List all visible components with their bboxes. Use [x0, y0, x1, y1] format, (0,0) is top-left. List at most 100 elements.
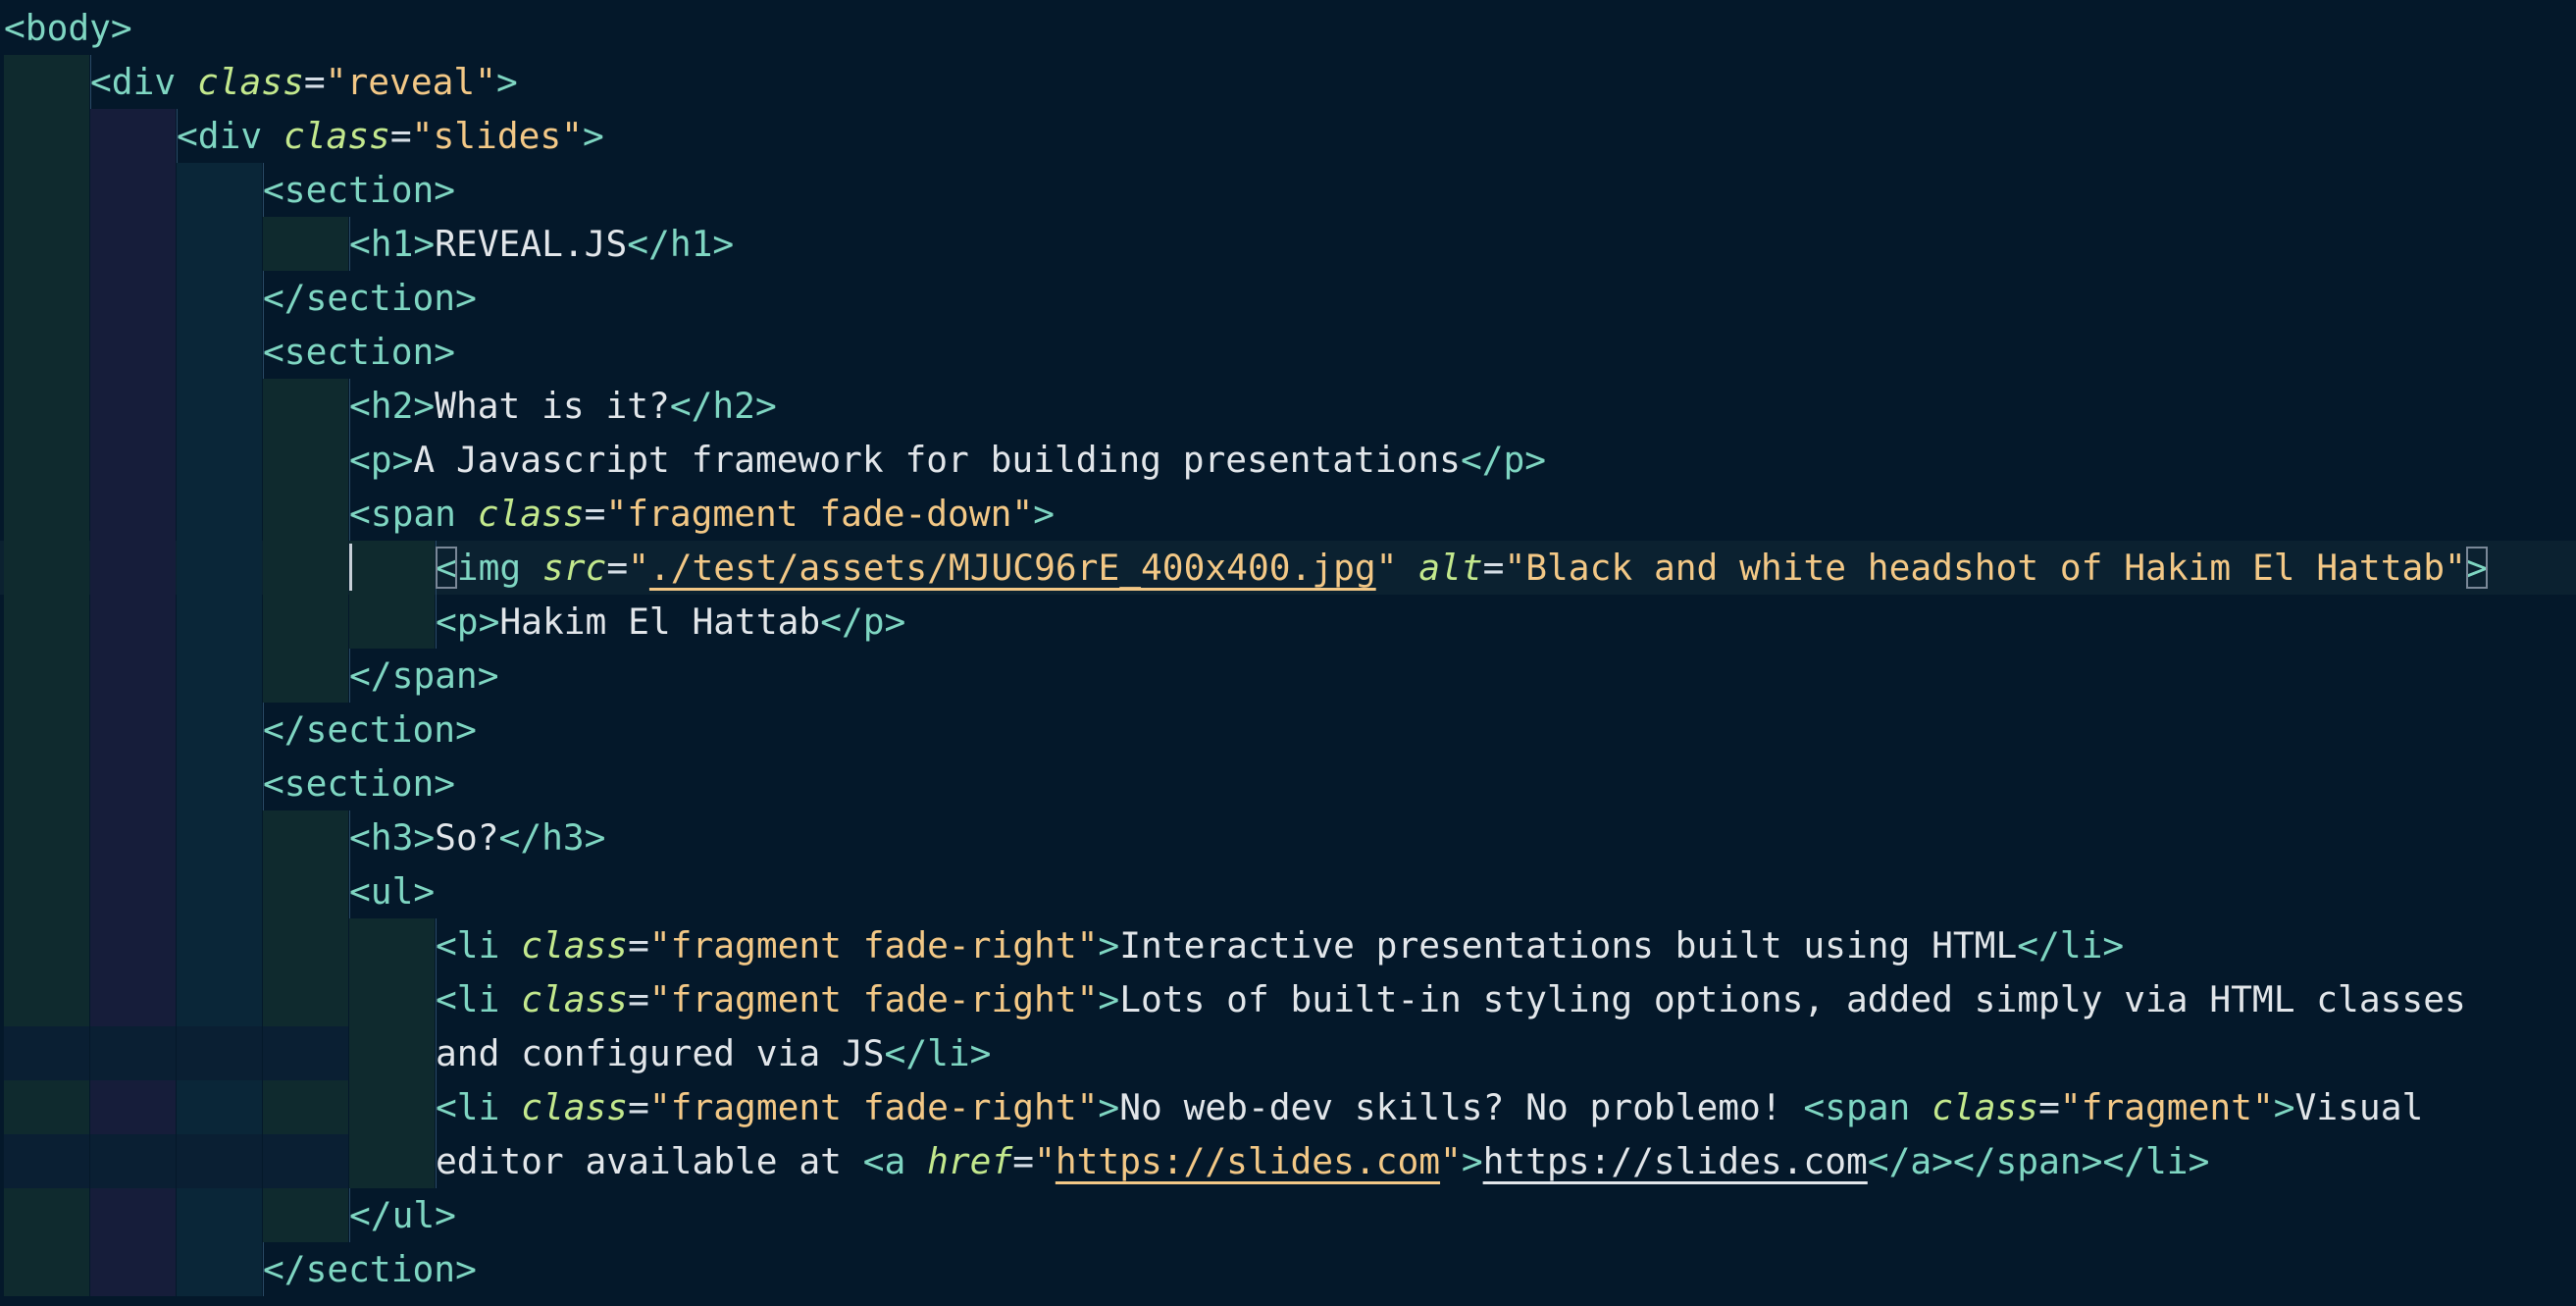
code-token: class	[521, 1086, 629, 1128]
indent-guide	[90, 972, 176, 1026]
indent-guide	[263, 1188, 348, 1242]
indent-guide	[90, 757, 176, 810]
indent-guide	[177, 1134, 262, 1188]
code-line[interactable]: <div class="reveal">	[0, 55, 2576, 109]
code-token: <li	[436, 978, 522, 1020]
code-line[interactable]: <li class="fragment fade-right">No web-d…	[0, 1080, 2576, 1134]
code-line[interactable]: <img src="./test/assets/MJUC96rE_400x400…	[0, 541, 2576, 595]
code-line[interactable]: <span class="fragment fade-down">	[0, 487, 2576, 541]
code-token: </h2>	[669, 385, 777, 427]
code-text: <p>A Javascript framework for building p…	[349, 433, 1546, 487]
code-line[interactable]: editor available at <a href="https://sli…	[0, 1134, 2576, 1188]
code-token: </li>	[884, 1032, 992, 1074]
code-text: <h2>What is it?</h2>	[349, 379, 777, 433]
code-text: <li class="fragment fade-right">Lots of …	[436, 972, 2466, 1026]
code-token: </li>	[2017, 924, 2125, 966]
code-text: </section>	[263, 703, 477, 757]
code-token: >	[1098, 1086, 1120, 1128]
code-token: =	[1012, 1140, 1035, 1182]
code-line[interactable]: </section>	[0, 703, 2576, 757]
code-line[interactable]: <p>Hakim El Hattab</p>	[0, 595, 2576, 649]
indent-guide	[4, 649, 89, 703]
code-token: href	[927, 1140, 1013, 1182]
code-line[interactable]: <li class="fragment fade-right">Lots of …	[0, 972, 2576, 1026]
bracket-match-highlight: <	[436, 547, 457, 589]
code-token: <p>	[436, 601, 500, 643]
code-text: </span>	[349, 649, 499, 703]
indent-guide	[90, 379, 176, 433]
indent-guide	[177, 271, 262, 325]
code-token: <li	[436, 1086, 522, 1128]
indent-guide	[177, 217, 262, 271]
indent-guide	[90, 918, 176, 972]
indent-guide	[90, 109, 176, 163]
indent-guide	[349, 1026, 435, 1080]
code-token: So?	[435, 816, 499, 859]
code-line[interactable]: <ul>	[0, 864, 2576, 918]
code-line[interactable]: <h1>REVEAL.JS</h1>	[0, 217, 2576, 271]
code-token: Hakim El Hattab	[499, 601, 821, 643]
indent-guide	[4, 541, 89, 595]
code-line[interactable]: <p>A Javascript framework for building p…	[0, 433, 2576, 487]
code-text: <section>	[263, 757, 455, 810]
code-token: <div	[177, 115, 283, 157]
code-token: >	[1461, 1140, 1483, 1182]
code-token: https://slides.com	[1482, 1140, 1868, 1182]
code-line[interactable]: <div class="slides">	[0, 109, 2576, 163]
code-token: </p>	[820, 601, 906, 643]
code-line[interactable]: <section>	[0, 163, 2576, 217]
indent-guide	[90, 1134, 176, 1188]
code-text: <body>	[4, 1, 132, 55]
code-token: <h1>	[349, 223, 436, 265]
code-line[interactable]: and configured via JS</li>	[0, 1026, 2576, 1080]
code-token: </section>	[263, 708, 477, 751]
code-text: </section>	[263, 271, 477, 325]
indent-guide	[90, 487, 176, 541]
indent-guide	[263, 1134, 348, 1188]
code-line[interactable]: <h3>So?</h3>	[0, 810, 2576, 864]
code-token: "	[1375, 547, 1398, 589]
code-token: <ul>	[349, 870, 436, 913]
code-token: </h3>	[498, 816, 606, 859]
indent-guide	[263, 810, 348, 864]
indent-guide	[4, 918, 89, 972]
indent-guide	[4, 109, 89, 163]
code-line[interactable]: <li class="fragment fade-right">Interact…	[0, 918, 2576, 972]
code-line[interactable]: <h2>What is it?</h2>	[0, 379, 2576, 433]
indent-guide	[4, 1080, 89, 1134]
indent-guide	[90, 541, 176, 595]
indent-guide	[177, 649, 262, 703]
code-line[interactable]: </section>	[0, 1242, 2576, 1296]
code-token: "Black and white headshot of Hakim El Ha…	[1504, 547, 2466, 589]
indent-guide	[349, 972, 435, 1026]
code-token: =	[628, 1086, 649, 1128]
indent-guide	[263, 918, 348, 972]
code-token: </p>	[1460, 439, 1547, 481]
code-token: REVEAL.JS	[435, 223, 628, 265]
indent-guide	[90, 325, 176, 379]
indent-guide	[4, 1188, 89, 1242]
indent-guide	[90, 703, 176, 757]
code-token: No web-dev skills? No problemo!	[1119, 1086, 1804, 1128]
code-token: class	[521, 924, 629, 966]
indent-guide	[4, 379, 89, 433]
code-token: </h1>	[627, 223, 735, 265]
code-text: <section>	[263, 325, 455, 379]
indent-guide	[90, 595, 176, 649]
indent-guide	[90, 864, 176, 918]
code-line[interactable]: <section>	[0, 325, 2576, 379]
code-line[interactable]: </section>	[0, 271, 2576, 325]
code-line[interactable]: <body>	[0, 1, 2576, 55]
code-text: <h1>REVEAL.JS</h1>	[349, 217, 734, 271]
code-line[interactable]: </span>	[0, 649, 2576, 703]
code-editor[interactable]: <body> <div class="reveal"> <div class="sl…	[0, 0, 2576, 1306]
indent-guide	[177, 1242, 262, 1296]
code-token: <p>	[349, 439, 414, 481]
bracket-match-highlight: >	[2465, 547, 2488, 589]
indent-guide	[4, 703, 89, 757]
code-line[interactable]: </ul>	[0, 1188, 2576, 1242]
code-line[interactable]: <section>	[0, 757, 2576, 810]
code-token: =	[1482, 547, 1505, 589]
indent-guide	[177, 433, 262, 487]
indent-guide	[349, 595, 435, 649]
